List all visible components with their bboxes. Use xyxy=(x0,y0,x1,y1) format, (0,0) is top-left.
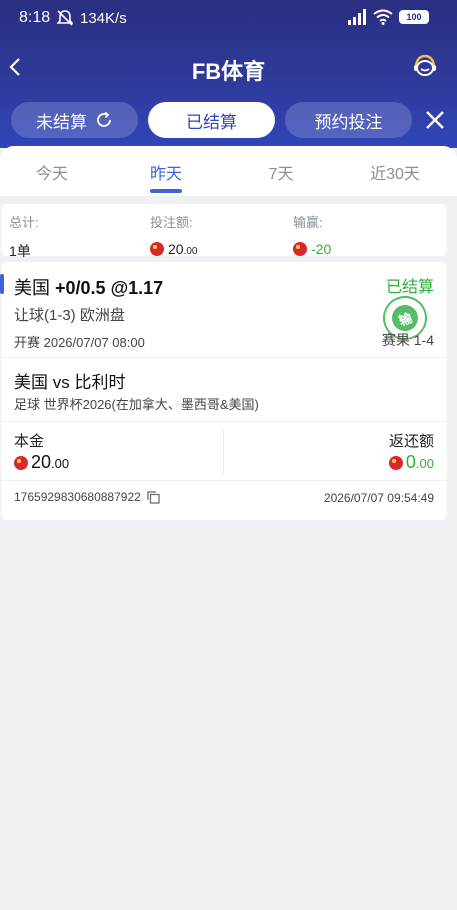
tab-settled[interactable]: 已结算 xyxy=(148,102,275,138)
return-label: 返还额 xyxy=(388,433,434,450)
settle-time: 2026/07/07 09:54:49 xyxy=(323,491,434,505)
summary-stake: 投注额: 20.00 xyxy=(150,212,197,257)
tab-unsettled-label: 未结算 xyxy=(36,112,87,132)
cny-coin-icon xyxy=(388,455,403,470)
bet-team: 美国 xyxy=(14,278,50,298)
tab-scheduled-bets[interactable]: 预约投注 xyxy=(285,102,412,138)
total-label: 总计: xyxy=(9,215,39,230)
amount-divider xyxy=(223,430,224,474)
match-result: 赛果 1-4 xyxy=(381,332,434,348)
page-title: FB体育 xyxy=(191,59,266,84)
cny-coin-icon xyxy=(293,242,307,256)
bet-status: 已结算 xyxy=(385,279,434,296)
principal-value: 20.00 xyxy=(14,452,69,473)
tab-scheduled-label: 预约投注 xyxy=(314,112,383,132)
tab-unsettled[interactable]: 未结算 xyxy=(11,102,138,138)
title-bar: FB体育 xyxy=(0,44,457,90)
winloss-value: -20 xyxy=(293,241,331,257)
tab-today[interactable]: 今天 xyxy=(36,160,68,184)
tab-30-days[interactable]: 近30天 xyxy=(370,160,420,184)
cny-coin-icon xyxy=(150,242,164,256)
app-header: 8:18 134K/s 100 FB体育 未结算 已结算 预约投注 xyxy=(0,0,457,148)
winloss-label: 输赢: xyxy=(293,215,323,230)
refresh-icon[interactable] xyxy=(95,111,113,129)
status-bar: 8:18 134K/s 100 xyxy=(0,0,457,38)
order-id-row: 1765929830680887922 xyxy=(14,490,160,504)
principal-int: 20 xyxy=(31,452,52,472)
date-range-tabs: 今天 昨天 7天 近30天 xyxy=(0,146,457,196)
mute-bell-icon xyxy=(57,10,73,26)
tab-yesterday[interactable]: 昨天 xyxy=(150,160,182,184)
order-id: 1765929830680887922 xyxy=(14,490,141,504)
close-icon[interactable] xyxy=(423,108,447,132)
return-value: 0.00 xyxy=(388,452,434,473)
stake-int: 20 xyxy=(168,241,184,257)
network-speed: 134K/s xyxy=(80,10,127,27)
content-panel: 今天 昨天 7天 近30天 总计: 1单 投注额: 20.00 输赢: -20 xyxy=(0,146,457,910)
active-tab-indicator xyxy=(150,189,182,193)
wifi-icon xyxy=(373,9,393,25)
status-time: 8:18 xyxy=(19,9,51,26)
kickoff-time: 开赛 2026/07/07 08:00 xyxy=(14,335,145,350)
cny-coin-icon xyxy=(14,455,28,470)
return-dec: .00 xyxy=(415,456,434,471)
summary-card: 总计: 1单 投注额: 20.00 输赢: -20 xyxy=(1,204,447,259)
divider xyxy=(1,357,447,358)
summary-winloss: 输赢: -20 xyxy=(293,212,331,257)
status-icons: 100 xyxy=(347,9,429,25)
stake-value: 20.00 xyxy=(150,241,197,257)
summary-total: 总计: 1单 xyxy=(9,212,39,261)
stake-label: 投注额: xyxy=(150,215,193,230)
bet-line: +0/0.5 @1.17 xyxy=(55,278,164,298)
stake-dec: .00 xyxy=(183,246,198,257)
principal-label: 本金 xyxy=(14,433,45,450)
total-value: 1单 xyxy=(9,243,31,259)
battery-icon: 100 xyxy=(399,10,429,24)
bet-marker xyxy=(0,274,4,294)
settlement-filter-tabs: 未结算 已结算 预约投注 xyxy=(0,102,457,140)
divider xyxy=(1,480,447,481)
bet-record-card[interactable]: 美国 +0/0.5 @1.17 已结算 输 让球(1-3) 欧洲盘 开赛 202… xyxy=(0,262,447,520)
signal-icon xyxy=(348,9,366,25)
principal-dec: .00 xyxy=(51,456,70,471)
copy-icon[interactable] xyxy=(147,490,160,504)
tab-7-days[interactable]: 7天 xyxy=(269,160,294,184)
divider xyxy=(1,421,447,422)
customer-service-icon[interactable] xyxy=(411,52,439,80)
match-name: 美国 vs 比利时 xyxy=(14,373,126,392)
return-int: 0 xyxy=(405,452,416,472)
league-name: 足球 世界杯2026(在加拿大、墨西哥&美国) xyxy=(14,397,259,412)
bet-selection: 美国 +0/0.5 @1.17 xyxy=(14,274,163,300)
bet-market: 让球(1-3) 欧洲盘 xyxy=(14,307,125,324)
winloss-amount: -20 xyxy=(311,241,332,257)
tab-settled-label: 已结算 xyxy=(186,112,237,132)
